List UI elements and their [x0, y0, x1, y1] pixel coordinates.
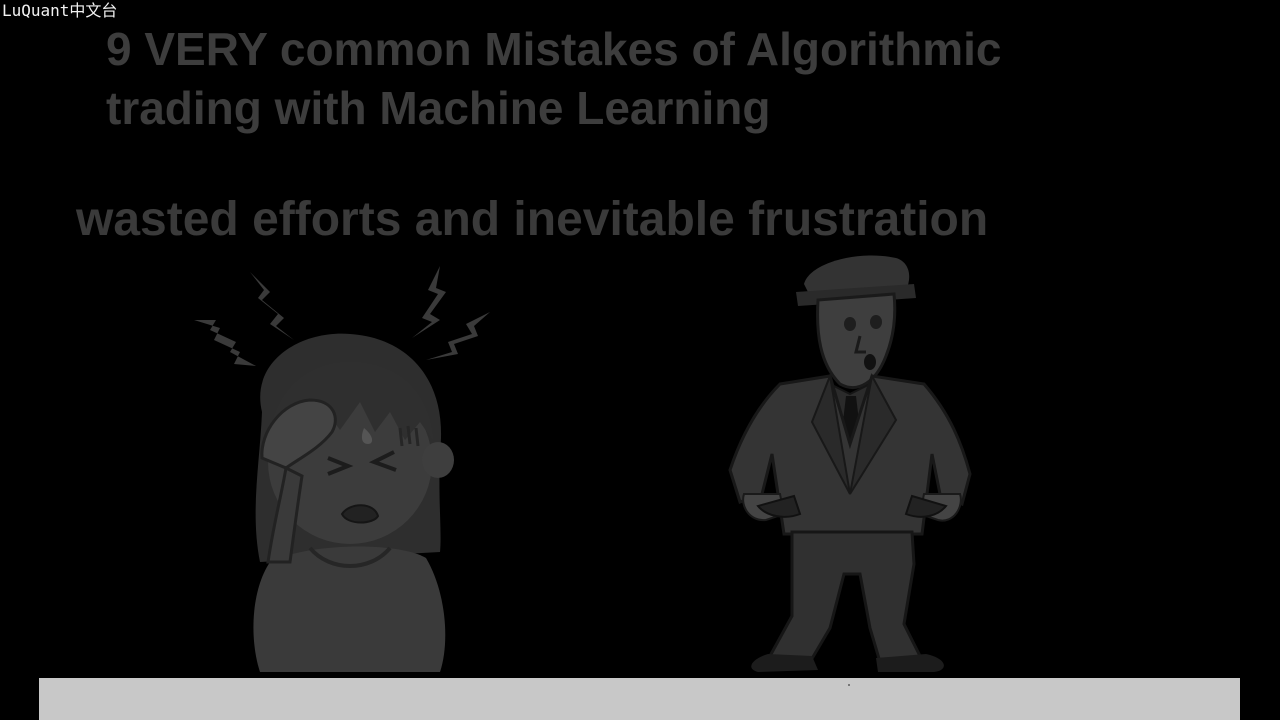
- subtitle-caption-bar: [39, 678, 1240, 720]
- slide-title: 9 VERY common Mistakes of Algorithmic tr…: [106, 20, 1226, 138]
- caption-bar-dot: [848, 684, 850, 686]
- broke-man-empty-pockets-icon: [728, 255, 972, 672]
- frustrated-girl-icon: [194, 266, 490, 672]
- channel-watermark: LuQuant中文台: [2, 1, 118, 20]
- slide-subtitle: wasted efforts and inevitable frustratio…: [76, 193, 989, 246]
- slide-title-line-2: trading with Machine Learning: [106, 82, 771, 134]
- slide-title-line-1: 9 VERY common Mistakes of Algorithmic: [106, 23, 1002, 75]
- video-frame: LuQuant中文台 9 VERY common Mistakes of Alg…: [0, 0, 1280, 720]
